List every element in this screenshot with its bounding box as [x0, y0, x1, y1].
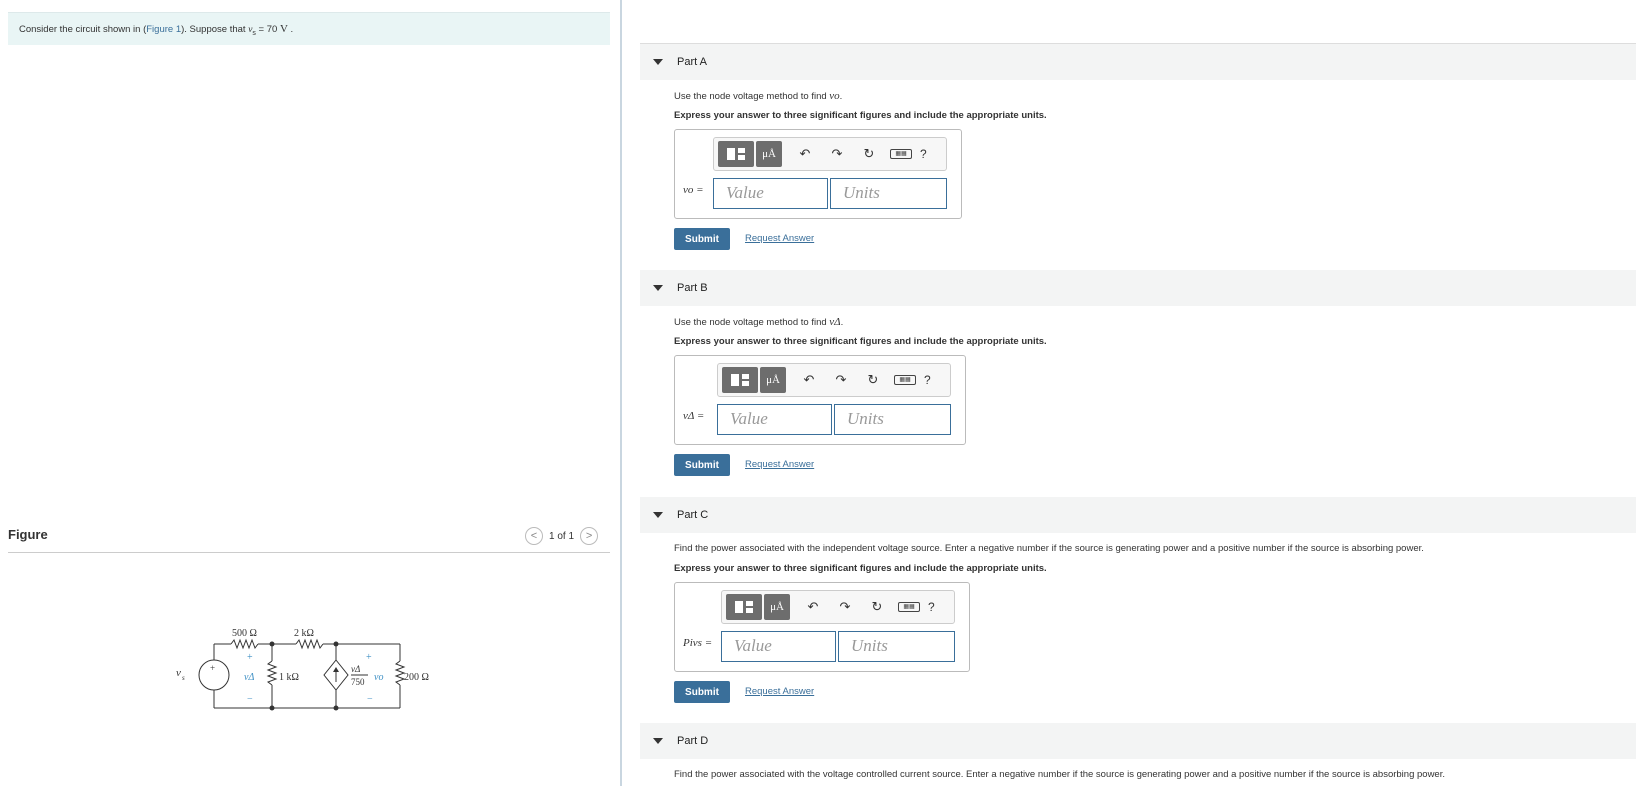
prev-figure-button[interactable]: <	[525, 527, 543, 545]
math-toolbar: μÅ ↶ ↷ ↻ ▦▦ ?	[721, 590, 955, 624]
part-b-header[interactable]: Part B	[640, 270, 1636, 306]
figure-divider	[8, 552, 610, 553]
part-c-request-answer-link[interactable]: Request Answer	[745, 686, 814, 697]
reset-icon[interactable]: ↻	[860, 146, 878, 162]
prompt-unit: V	[279, 23, 288, 35]
help-icon[interactable]: ?	[928, 600, 935, 614]
part-a-instructions: Express your answer to three significant…	[674, 110, 1047, 121]
figure-counter: 1 of 1	[549, 530, 575, 542]
vo-plus: +	[366, 652, 372, 663]
templates-icon[interactable]	[722, 367, 758, 393]
label-vdelta: vΔ	[244, 672, 254, 683]
reset-icon[interactable]: ↻	[864, 372, 882, 388]
part-c-title: Part C	[677, 509, 709, 521]
templates-icon[interactable]	[726, 594, 762, 620]
prompt-period: .	[287, 24, 294, 35]
label-2k-ohm: 2 kΩ	[294, 628, 314, 639]
label-vdelta-num: vΔ	[351, 664, 360, 674]
part-a-value-input[interactable]: Value	[713, 178, 828, 209]
part-c-var-label: Pivs =	[683, 637, 713, 649]
next-figure-button[interactable]: >	[580, 527, 599, 545]
redo-icon[interactable]: ↷	[828, 146, 846, 162]
keyboard-icon[interactable]: ▦▦	[898, 602, 920, 612]
prompt-value: = 70	[255, 24, 280, 35]
label-500-ohm: 500 Ω	[232, 628, 257, 639]
help-icon[interactable]: ?	[920, 147, 927, 161]
part-a-question: Use the node voltage method to find vo.	[674, 90, 843, 102]
reset-icon[interactable]: ↻	[868, 599, 886, 615]
panel-divider	[620, 0, 622, 786]
label-200-ohm: 200 Ω	[404, 672, 429, 683]
problem-panel: Consider the circuit shown in (Figure 1)…	[0, 0, 620, 786]
part-d-question: Find the power associated with the volta…	[674, 769, 1445, 780]
part-a-answer-box: μÅ ↶ ↷ ↻ ▦▦ ? vo = Value Units	[674, 129, 962, 219]
math-toolbar: μÅ ↶ ↷ ↻ ▦▦ ?	[713, 137, 947, 171]
part-d-header[interactable]: Part D	[640, 723, 1636, 759]
collapse-triangle-icon[interactable]	[653, 738, 663, 744]
figure-title: Figure	[8, 527, 48, 542]
math-toolbar: μÅ ↶ ↷ ↻ ▦▦ ?	[717, 363, 951, 397]
prompt-text: Consider the circuit shown in (	[19, 24, 147, 35]
part-b-var-label: vΔ =	[683, 410, 705, 422]
part-b-units-input[interactable]: Units	[834, 404, 951, 435]
part-c-units-input[interactable]: Units	[838, 631, 955, 662]
undo-icon[interactable]: ↶	[796, 146, 814, 162]
part-b-title: Part B	[677, 282, 708, 294]
part-a-request-answer-link[interactable]: Request Answer	[745, 233, 814, 244]
answer-panel: Part A Use the node voltage method to fi…	[640, 0, 1636, 786]
templates-icon[interactable]	[718, 141, 754, 167]
figure-nav: < 1 of 1 >	[525, 527, 599, 545]
prompt-text: ). Suppose that	[181, 24, 249, 35]
vo-minus: −	[367, 694, 373, 705]
units-button[interactable]: μÅ	[756, 141, 782, 167]
part-c-value-input[interactable]: Value	[721, 631, 836, 662]
collapse-triangle-icon[interactable]	[653, 512, 663, 518]
keyboard-icon[interactable]: ▦▦	[894, 375, 916, 385]
part-b-answer-box: μÅ ↶ ↷ ↻ ▦▦ ? vΔ = Value Units	[674, 355, 966, 445]
part-c-question: Find the power associated with the indep…	[674, 543, 1424, 554]
label-vs-sub: s	[182, 674, 185, 682]
units-button[interactable]: μÅ	[764, 594, 790, 620]
label-vo: vo	[374, 672, 383, 683]
collapse-triangle-icon[interactable]	[653, 285, 663, 291]
label-vs: v	[176, 667, 181, 679]
part-d-title: Part D	[677, 735, 709, 747]
part-a-submit-button[interactable]: Submit	[674, 228, 730, 250]
vdelta-plus: +	[247, 652, 253, 663]
part-c-answer-box: μÅ ↶ ↷ ↻ ▦▦ ? Pivs = Value Units	[674, 582, 970, 672]
label-1k-ohm: 1 kΩ	[279, 672, 299, 683]
label-vdelta-den: 750	[351, 677, 365, 687]
units-button[interactable]: μÅ	[760, 367, 786, 393]
part-b-submit-button[interactable]: Submit	[674, 454, 730, 476]
vdelta-minus: −	[247, 694, 253, 705]
part-b-question: Use the node voltage method to find vΔ.	[674, 316, 844, 328]
part-a-title: Part A	[677, 56, 707, 68]
part-c-instructions: Express your answer to three significant…	[674, 563, 1047, 574]
redo-icon[interactable]: ↷	[832, 372, 850, 388]
part-a-header[interactable]: Part A	[640, 44, 1636, 80]
figure-link[interactable]: Figure 1	[146, 24, 181, 35]
problem-statement: Consider the circuit shown in (Figure 1)…	[8, 12, 610, 45]
part-c-header[interactable]: Part C	[640, 497, 1636, 533]
part-b-request-answer-link[interactable]: Request Answer	[745, 459, 814, 470]
undo-icon[interactable]: ↶	[804, 599, 822, 615]
source-plus: +	[210, 663, 215, 673]
part-a-units-input[interactable]: Units	[830, 178, 947, 209]
part-a-var-label: vo =	[683, 184, 704, 196]
redo-icon[interactable]: ↷	[836, 599, 854, 615]
help-icon[interactable]: ?	[924, 373, 931, 387]
collapse-triangle-icon[interactable]	[653, 59, 663, 65]
undo-icon[interactable]: ↶	[800, 372, 818, 388]
keyboard-icon[interactable]: ▦▦	[890, 149, 912, 159]
part-b-instructions: Express your answer to three significant…	[674, 336, 1047, 347]
part-c-submit-button[interactable]: Submit	[674, 681, 730, 703]
circuit-diagram: 500 Ω 2 kΩ 1 kΩ 200 Ω + v s vΔ 750 + vΔ …	[176, 628, 429, 711]
part-b-value-input[interactable]: Value	[717, 404, 832, 435]
